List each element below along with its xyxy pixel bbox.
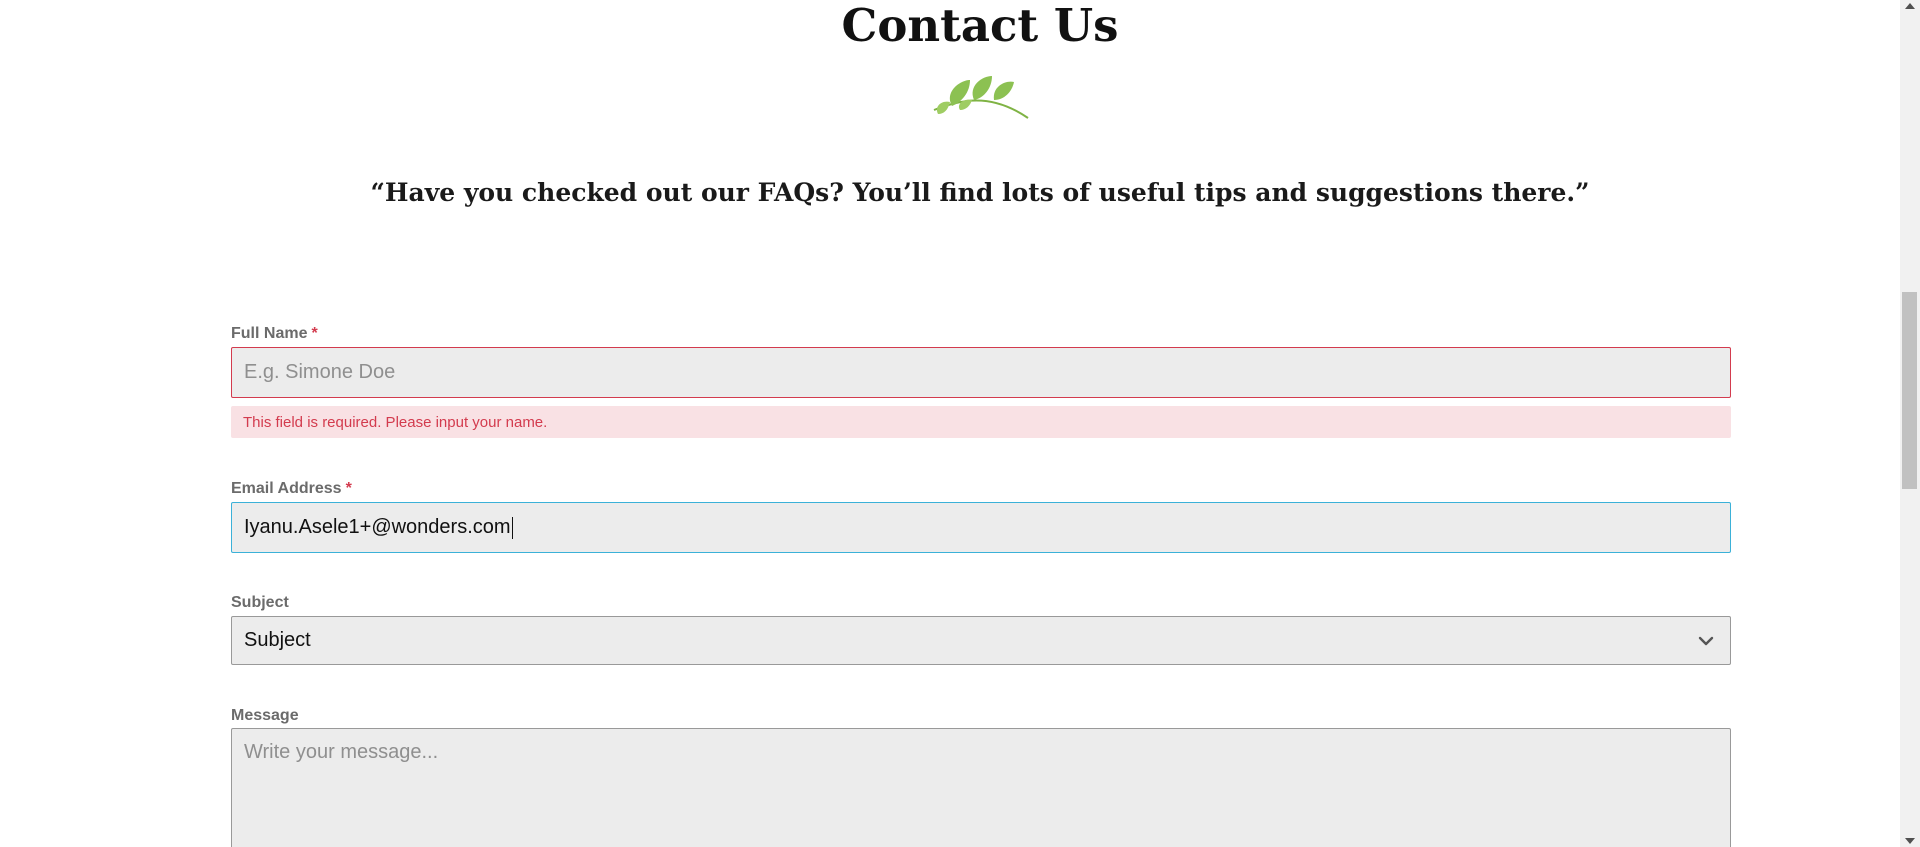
scrollbar-thumb[interactable] (1902, 292, 1917, 489)
full-name-input[interactable]: E.g. Simone Doe (231, 347, 1731, 398)
email-label: Email Address * (231, 479, 352, 499)
message-placeholder: Write your message... (244, 741, 439, 763)
leaf-sprig-icon (933, 76, 1029, 119)
message-textarea[interactable]: Write your message... (231, 728, 1731, 847)
faq-quote: “Have you checked out our FAQs? You’ll f… (370, 178, 1590, 207)
full-name-label: Full Name * (231, 324, 318, 344)
full-name-label-text: Full Name (231, 325, 308, 342)
scroll-down-arrow-icon[interactable] (1905, 838, 1915, 844)
page-scrollbar[interactable] (1900, 0, 1920, 847)
subject-selected-value: Subject (244, 629, 311, 651)
subject-label-text: Subject (231, 594, 289, 611)
email-label-text: Email Address (231, 480, 342, 497)
scroll-up-arrow-icon[interactable] (1905, 3, 1915, 9)
email-input[interactable]: Iyanu.Asele1+@wonders.com (231, 502, 1731, 553)
subject-label: Subject (231, 593, 289, 613)
email-value: Iyanu.Asele1+@wonders.com (244, 516, 511, 538)
message-label: Message (231, 706, 299, 726)
page-title: Contact Us (841, 0, 1119, 52)
subject-select[interactable]: Subject (231, 616, 1731, 665)
full-name-error-message: This field is required. Please input you… (231, 406, 1731, 438)
message-label-text: Message (231, 707, 299, 724)
required-mark: * (345, 480, 352, 497)
chevron-down-icon (1698, 636, 1714, 645)
required-mark: * (311, 325, 318, 342)
full-name-placeholder: E.g. Simone Doe (244, 361, 396, 383)
text-caret (511, 516, 513, 539)
